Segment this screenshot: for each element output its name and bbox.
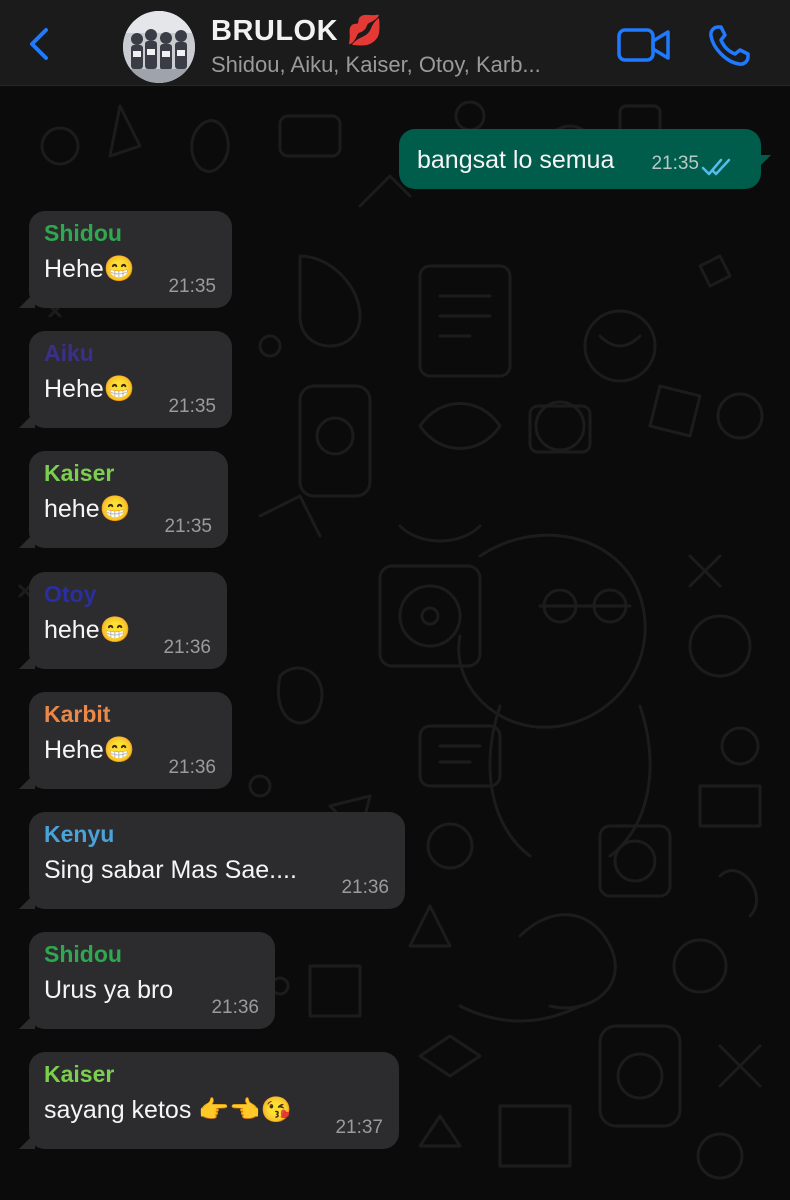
message-time: 21:35 [164, 516, 212, 537]
phone-icon[interactable] [706, 23, 752, 69]
incoming-message[interactable]: Karbit Hehe😁 21:36 [19, 692, 232, 789]
chat-header: BRULOK 💋 Shidou, Aiku, Kaiser, Otoy, Kar… [0, 0, 790, 86]
sender-name[interactable]: Kenyu [44, 820, 387, 848]
sender-name[interactable]: Otoy [44, 580, 209, 608]
incoming-message[interactable]: Kaiser hehe😁 21:35 [19, 451, 228, 548]
sender-name[interactable]: Karbit [44, 700, 214, 728]
message-time: 21:36 [163, 637, 211, 658]
sender-name[interactable]: Kaiser [44, 459, 210, 487]
incoming-message[interactable]: Otoy hehe😁 21:36 [19, 572, 227, 669]
message-time: 21:36 [341, 877, 389, 898]
sender-name[interactable]: Shidou [44, 219, 214, 247]
message-text: sayang ketos 👉👈😘 [44, 1096, 292, 1124]
message-time: 21:36 [211, 997, 259, 1018]
chat-title[interactable]: BRULOK 💋 [211, 14, 383, 48]
message-time: 21:35 [168, 276, 216, 297]
double-check-icon [701, 158, 731, 176]
message-text: Sing sabar Mas Sae.... [44, 856, 297, 884]
incoming-message[interactable]: Aiku Hehe😁 21:35 [19, 331, 232, 428]
outgoing-message[interactable]: bangsat lo semua 21:35 [399, 129, 771, 189]
sender-name[interactable]: Aiku [44, 339, 214, 367]
video-camera-icon[interactable] [616, 26, 672, 64]
incoming-message[interactable]: Kaiser sayang ketos 👉👈😘 21:37 [19, 1052, 399, 1149]
sender-name[interactable]: Shidou [44, 940, 257, 968]
message-time: 21:36 [168, 757, 216, 778]
incoming-message[interactable]: Shidou Urus ya bro 21:36 [19, 932, 275, 1029]
message-time: 21:35 [168, 396, 216, 417]
chat-participants[interactable]: Shidou, Aiku, Kaiser, Otoy, Karb... [211, 52, 596, 78]
message-time: 21:35 [651, 153, 699, 174]
sender-name[interactable]: Kaiser [44, 1060, 381, 1088]
group-avatar[interactable] [123, 11, 195, 83]
chevron-left-icon[interactable] [22, 22, 56, 66]
incoming-message[interactable]: Kenyu Sing sabar Mas Sae.... 21:36 [19, 812, 405, 909]
message-time: 21:37 [335, 1117, 383, 1138]
incoming-message[interactable]: Shidou Hehe😁 21:35 [19, 211, 232, 308]
